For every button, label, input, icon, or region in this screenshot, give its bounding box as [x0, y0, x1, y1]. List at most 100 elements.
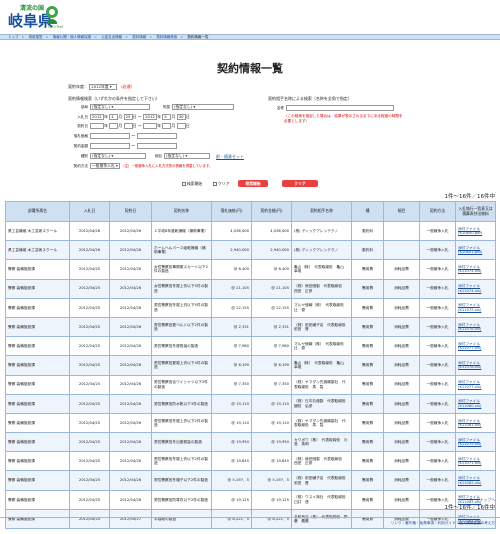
method-select[interactable]: 一般競争入札 ▾ [90, 163, 120, 169]
attachment-link[interactable]: 添付ファイル(K11075.xls) [458, 303, 481, 311]
table-cell: 消耗品費 [383, 297, 420, 318]
table-row: 警察 装備施設課 2012/04/25 2012/04/26 男性警察官冬服長袖の製造… [5, 336, 496, 357]
attachment-link[interactable]: 添付ファイル(K11071.xls) [458, 457, 481, 465]
partner-name-input[interactable] [286, 105, 394, 111]
breadcrumb-link[interactable]: 情報公開・個人情報保護 [53, 35, 92, 39]
date-day-select[interactable]: 25 [123, 114, 133, 120]
table-cell: 2,940,000 [251, 240, 292, 261]
search-button[interactable]: 検索開始 [238, 180, 268, 187]
table-row: 警察 装備施設課 2012/04/25 2012/04/26 女性警察官冬服上衣以下5… [5, 278, 496, 299]
date-day-select[interactable]: 30 [176, 114, 186, 120]
logo-tagline: GIFU Pref. [48, 25, 64, 29]
footer-links[interactable]: リンク・著作権・免責事項｜利用ガイド｜個人情報保護の考え方 [391, 521, 495, 526]
table-cell: 添付ファイル(K11079.xls) [455, 432, 496, 453]
table-cell: 需用費 [351, 355, 384, 376]
table-cell: @ 8,400 [211, 259, 252, 280]
table-cell: 警察 装備施設課 [5, 259, 70, 280]
column-header: 落札価格(円) [211, 201, 252, 222]
table-cell: 2012/04/26 [109, 297, 152, 318]
contract-amount-to-input[interactable] [136, 143, 177, 149]
clear-button[interactable]: クリア [282, 180, 318, 187]
table-row: 警察 装備施設課 2012/04/25 2012/04/26 男性警察官防寒衣以下2件… [5, 489, 496, 510]
table-cell: 名和商店（株） 代表取締役 齊藤 義勝 [291, 508, 352, 530]
table-cell: 警察 装備施設課 [5, 451, 70, 472]
table-cell: 2012/04/26 [109, 489, 152, 510]
attachment-link[interactable]: 添付ファイル(K11078.xls) [458, 361, 481, 369]
table-row: 警察 装備施設課 2012/04/25 2012/04/26 女性警察官事務服スカート… [5, 259, 496, 280]
checkbox-icon[interactable] [182, 182, 186, 186]
table-cell: 一般競争入札 [419, 355, 456, 376]
table-row: 警察 装備施設課 2012/04/25 2012/04/26 男性警察官冬服上衣以下5… [5, 297, 496, 318]
table-cell: 消耗品費 [383, 451, 420, 472]
table-cell: 2012/04/25 [69, 336, 110, 357]
date-month-select[interactable] [109, 123, 119, 129]
category-select[interactable]: (指定なし) ▾ [164, 153, 210, 159]
attachment-link[interactable]: 添付ファイル(K11076.xls) [458, 323, 481, 331]
table-cell: @ 2,331 [211, 316, 252, 338]
kind-label: 種別 [80, 154, 88, 158]
table-row: 警察 装備施設課 2012/04/25 2012/04/26 男性警察官冬服上衣以下2… [5, 412, 496, 434]
breadcrumb-link[interactable]: トップ [8, 35, 19, 39]
table-cell: 警察 装備施設課 [5, 316, 70, 338]
attachment-link[interactable]: 添付ファイル(K10851.pdf) [458, 246, 482, 254]
breadcrumb-link[interactable]: 契約情報 [132, 35, 146, 39]
table-cell: 警察 装備施設課 [5, 355, 70, 376]
table-cell: 2012/04/26 [109, 451, 152, 472]
attachment-link[interactable]: 添付ファイル(K11077.xls) [458, 342, 481, 350]
table-cell: 2012/04/25 [69, 278, 110, 299]
table-cell: 添付ファイル(K11081.xls) [455, 412, 496, 434]
breadcrumb-link[interactable]: 県政運営 [29, 35, 43, 39]
table-cell: マルヤ縫織（株） 代表取締役 辻 優 [291, 336, 352, 357]
table-cell: 亀山（株） 代表取締役 亀山 幸雄 [291, 355, 352, 376]
table-cell: @ 19,950 [211, 432, 252, 453]
date-day-select[interactable] [123, 123, 133, 129]
clear-option[interactable]: クリア [213, 180, 229, 187]
breadcrumb-current: 契約情報一覧 [187, 35, 209, 39]
date-month-select[interactable]: 4 [109, 114, 119, 120]
attachment-link[interactable]: 添付ファイル(K11077.xls) [458, 380, 481, 388]
fiscal-year-select[interactable]: 2012年度 ▾ [89, 84, 118, 90]
table-cell: 警察 装備施設課 [5, 412, 70, 434]
table-cell: 需用費 [351, 470, 384, 491]
table-cell: 警察 装備施設課 [5, 278, 70, 299]
attachment-link[interactable]: 添付ファイル(K11079.xls) [458, 438, 481, 446]
attachment-link[interactable]: 添付ファイル(K11082.xls) [458, 476, 481, 484]
table-cell: 添付ファイル(K10851.pdf) [455, 240, 496, 261]
date-year-select[interactable] [143, 123, 158, 129]
attachment-link[interactable]: 添付ファイル(K11074.xls) [458, 265, 481, 273]
table-cell: 添付ファイル(K11078.xls) [455, 355, 496, 376]
date-day-select[interactable] [176, 123, 186, 129]
table-row: 県工芸繊維 木工芸術スクール 2012/04/26 2012/04/26 １平成8年度… [5, 220, 496, 242]
reset-link[interactable]: 前・随意セット [216, 154, 244, 159]
column-header: 細目 [383, 201, 420, 222]
fiscal-year-label: 契約年度： [68, 84, 88, 89]
table-cell: @ 5,197、5 [211, 470, 252, 491]
search-option[interactable]: 検索開始 [182, 180, 202, 187]
date-year-select[interactable]: 2012 [143, 114, 158, 120]
contract-amount-label: 契約金額 [73, 144, 88, 148]
table-cell: 一般競争入札 [419, 412, 456, 434]
table-cell: @ 7,980 [251, 336, 292, 357]
table-cell: @ 19,845 [211, 451, 252, 472]
breadcrumb-link[interactable]: 公金支出情報 [101, 35, 122, 39]
column-header: 契約名称 [151, 201, 212, 222]
date-year-select[interactable]: 2012 [90, 114, 104, 120]
attachment-link[interactable]: 添付ファイル(K11080.xls) [458, 399, 481, 407]
date-year-select[interactable] [90, 123, 104, 129]
table-cell: 2012/04/27 [109, 508, 152, 530]
office-select[interactable]: (指定なし) ▾ [172, 104, 234, 110]
attachment-link[interactable]: 添付ファイル(K11074.xls) [458, 284, 481, 292]
amount-from-input[interactable] [90, 133, 130, 139]
attachment-link[interactable]: 添付ファイル(K11081.xls) [458, 419, 481, 427]
table-cell: 一般競争入札 [419, 432, 456, 453]
amount-to-input[interactable] [136, 133, 177, 139]
kind-select[interactable]: (指定なし) ▾ [90, 153, 146, 159]
breadcrumb-link[interactable]: 契約情報検索 [156, 35, 177, 39]
table-cell: 需用費 [351, 316, 384, 338]
contract-amount-from-input[interactable] [90, 143, 130, 149]
attachment-link[interactable]: 添付ファイル(K10850.pdf) [458, 227, 482, 235]
checkbox-icon[interactable] [213, 182, 217, 186]
table-cell: 亀山（株） 代表取締役 亀山 幸雄 [291, 259, 352, 280]
table-cell: 警察 装備施設課 [5, 393, 70, 414]
dept-select[interactable]: (指定なし) ▾ [90, 104, 150, 110]
